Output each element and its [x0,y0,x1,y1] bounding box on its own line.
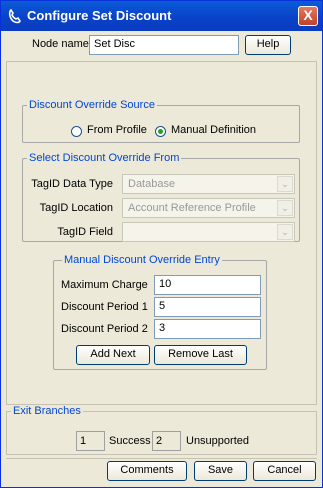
manual-definition-radio[interactable] [155,126,166,137]
save-button[interactable]: Save [194,461,247,481]
close-button[interactable]: X [298,6,318,26]
exit-branch-unsupported-label: Unsupported [186,435,249,447]
node-name-value: Set Disc [94,38,135,50]
manual-entry-legend: Manual Discount Override Entry [62,254,222,266]
node-name-label: Node name [32,38,89,50]
chevron-down-icon: ⌄ [277,224,293,240]
from-profile-radio[interactable] [71,126,82,137]
tagid-location-value: Account Reference Profile [128,202,256,214]
phone-handset-icon [8,8,21,24]
tagid-data-type-value: Database [128,178,176,190]
manual-definition-label[interactable]: Manual Definition [171,124,256,136]
exit-branch-2-number: 2 [156,435,163,447]
configuration-panel: Discount Override Source From Profile Ma… [6,61,317,405]
discount-period-1-value: 5 [159,300,166,312]
manual-entry-group: Manual Discount Override Entry Maximum C… [53,254,267,370]
close-icon: X [303,7,313,23]
discount-period-1-label: Discount Period 1 [61,301,148,313]
select-override-legend: Select Discount Override From [27,152,182,164]
exit-branch-number: 2 [152,431,181,451]
exit-branch-1-number: 1 [80,435,87,447]
comments-button[interactable]: Comments [107,461,187,481]
exit-branches-panel: Exit Branches 1 Success 2 Unsupported [6,405,317,455]
discount-period-1-input[interactable]: 5 [154,297,261,317]
configure-set-discount-window: Configure Set Discount X Node name Set D… [0,0,323,488]
discount-period-2-input[interactable]: 3 [154,319,261,339]
tagid-data-type-select[interactable]: Database ⌄ [122,174,295,194]
discount-period-2-label: Discount Period 2 [61,323,148,335]
node-name-row: Node name Set Disc Help [6,33,317,59]
select-override-group: Select Discount Override From TagID Data… [22,152,300,242]
exit-branch-success-label: Success [109,435,151,447]
help-button[interactable]: Help [245,35,291,55]
window-title: Configure Set Discount [27,8,172,23]
exit-branch-number: 1 [76,431,105,451]
radio-selected-dot [158,129,163,134]
chevron-down-icon: ⌄ [277,200,293,216]
maximum-charge-label: Maximum Charge [61,279,148,291]
node-name-input[interactable]: Set Disc [89,35,239,55]
tagid-location-label: TagID Location [39,202,113,214]
override-source-legend: Discount Override Source [27,99,157,111]
tagid-field-select[interactable]: ⌄ [122,222,295,242]
maximum-charge-value: 10 [159,278,172,290]
remove-last-button[interactable]: Remove Last [154,345,247,365]
footer-divider [6,458,317,459]
title-bar[interactable]: Configure Set Discount X [1,1,322,31]
tagid-data-type-label: TagID Data Type [31,178,113,190]
exit-branches-legend: Exit Branches [11,405,83,417]
from-profile-label[interactable]: From Profile [87,124,147,136]
cancel-button[interactable]: Cancel [253,461,316,481]
override-source-group: Discount Override Source From Profile Ma… [22,99,300,143]
chevron-down-icon: ⌄ [277,176,293,192]
tagid-field-label: TagID Field [57,226,113,238]
maximum-charge-input[interactable]: 10 [154,275,261,295]
tagid-location-select[interactable]: Account Reference Profile ⌄ [122,198,295,218]
add-next-button[interactable]: Add Next [76,345,150,365]
discount-period-2-value: 3 [159,322,166,334]
